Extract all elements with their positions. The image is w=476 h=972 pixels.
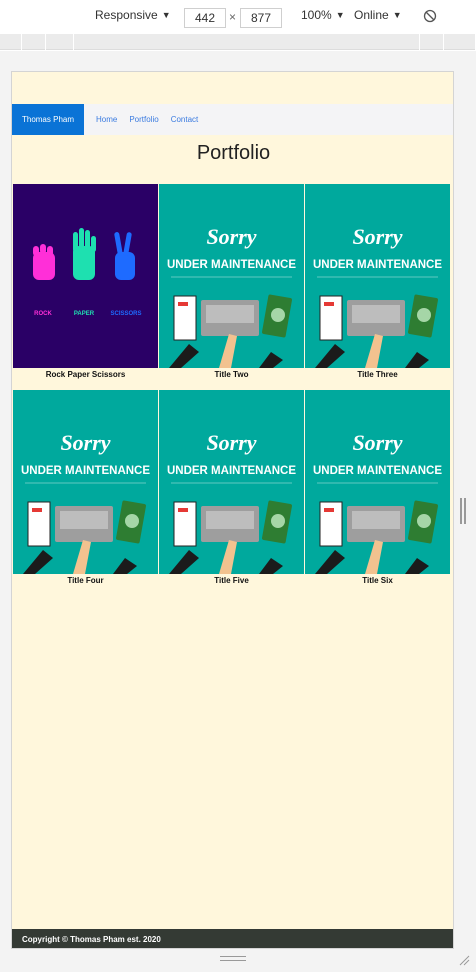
svg-text:Sorry: Sorry xyxy=(352,224,402,249)
maintenance-thumbnail: Sorry UNDER MAINTENANCE xyxy=(13,390,158,574)
ruler-segment[interactable] xyxy=(420,34,444,50)
svg-text:PAPER: PAPER xyxy=(74,311,95,317)
navbar: Thomas Pham Home Portfolio Contact xyxy=(12,104,453,135)
maintenance-thumbnail: Sorry UNDER MAINTENANCE xyxy=(305,390,450,574)
portfolio-card[interactable]: Sorry UNDER MAINTENANCE Title Four xyxy=(13,390,158,585)
svg-text:UNDER MAINTENANCE: UNDER MAINTENANCE xyxy=(167,259,296,271)
card-image[interactable]: Sorry UNDER MAINTENANCE xyxy=(305,184,450,368)
resize-handle-right[interactable] xyxy=(460,498,466,524)
ruler-segment[interactable] xyxy=(444,34,476,50)
maintenance-thumbnail: Sorry UNDER MAINTENANCE xyxy=(159,184,304,368)
zoom-label: 100% xyxy=(301,8,332,22)
svg-text:ROCK: ROCK xyxy=(34,311,52,317)
maintenance-thumbnail: Sorry UNDER MAINTENANCE xyxy=(159,390,304,574)
rps-thumbnail: ROCK PAPER SCISSORS xyxy=(13,184,158,368)
portfolio-card[interactable]: Sorry UNDER MAINTENANCE Title Five xyxy=(159,390,304,585)
svg-text:Sorry: Sorry xyxy=(60,430,110,455)
card-caption: Title Three xyxy=(357,370,398,379)
chevron-down-icon: ▼ xyxy=(392,10,402,20)
chevron-down-icon: ▼ xyxy=(161,10,171,20)
chevron-down-icon: ▼ xyxy=(335,10,345,20)
zoom-select[interactable]: 100% ▼ xyxy=(301,8,345,22)
card-image[interactable]: Sorry UNDER MAINTENANCE xyxy=(159,390,304,574)
throttle-select[interactable]: Online ▼ xyxy=(354,8,402,22)
rock-hand-icon xyxy=(33,244,55,280)
svg-text:Sorry: Sorry xyxy=(206,224,256,249)
times-sign: × xyxy=(229,10,237,24)
nav-home[interactable]: Home xyxy=(96,115,117,124)
card-caption: Title Two xyxy=(214,370,249,379)
nav-contact[interactable]: Contact xyxy=(171,115,199,124)
height-input[interactable]: 877 xyxy=(240,8,282,28)
resize-handle-bottom[interactable] xyxy=(220,956,246,961)
portfolio-card[interactable]: Sorry UNDER MAINTENANCE Title Six xyxy=(305,390,450,585)
rotate-button[interactable] xyxy=(423,9,437,23)
device-label: Responsive xyxy=(95,8,158,22)
svg-text:Sorry: Sorry xyxy=(206,430,256,455)
card-image[interactable]: Sorry UNDER MAINTENANCE xyxy=(13,390,158,574)
svg-text:UNDER MAINTENANCE: UNDER MAINTENANCE xyxy=(313,465,442,477)
maintenance-thumbnail: Sorry UNDER MAINTENANCE xyxy=(305,184,450,368)
card-image[interactable]: ROCK PAPER SCISSORS xyxy=(13,184,158,368)
card-caption: Title Four xyxy=(67,576,104,585)
ruler-segment[interactable] xyxy=(22,34,46,50)
resize-corner-icon[interactable] xyxy=(458,954,470,966)
footer: Copyright © Thomas Pham est. 2020 xyxy=(12,929,453,948)
card-caption: Rock Paper Scissors xyxy=(45,370,126,379)
ruler-segment[interactable] xyxy=(0,34,22,50)
portfolio-card[interactable]: ROCK PAPER SCISSORS Rock Paper Scissors xyxy=(13,184,158,379)
svg-text:SCISSORS: SCISSORS xyxy=(110,311,141,317)
page-title: Portfolio xyxy=(196,142,271,164)
device-select[interactable]: Responsive ▼ xyxy=(95,8,171,22)
card-caption: Title Six xyxy=(362,576,393,585)
ruler-segment[interactable] xyxy=(46,34,74,50)
portfolio-card[interactable]: Sorry UNDER MAINTENANCE Title Two xyxy=(159,184,304,379)
width-input[interactable]: 442 xyxy=(184,8,226,28)
svg-text:UNDER MAINTENANCE: UNDER MAINTENANCE xyxy=(167,465,296,477)
svg-text:UNDER MAINTENANCE: UNDER MAINTENANCE xyxy=(21,465,150,477)
emulated-viewport: Thomas Pham Home Portfolio Contact Portf… xyxy=(11,71,454,949)
card-image[interactable]: Sorry UNDER MAINTENANCE xyxy=(305,390,450,574)
ruler-segment[interactable] xyxy=(392,34,420,50)
card-image[interactable]: Sorry UNDER MAINTENANCE xyxy=(159,184,304,368)
devtools-toolbar: Responsive ▼ 442 × 877 100% ▼ Online ▼ xyxy=(0,0,476,34)
media-query-ruler[interactable] xyxy=(0,34,476,50)
card-caption: Title Five xyxy=(214,576,249,585)
brand-link[interactable]: Thomas Pham xyxy=(12,104,84,135)
svg-text:UNDER MAINTENANCE: UNDER MAINTENANCE xyxy=(313,259,442,271)
svg-text:Sorry: Sorry xyxy=(352,430,402,455)
rotate-icon xyxy=(423,9,437,23)
portfolio-card[interactable]: Sorry UNDER MAINTENANCE Title Three xyxy=(305,184,450,379)
nav-portfolio[interactable]: Portfolio xyxy=(129,115,158,124)
throttle-label: Online xyxy=(354,8,389,22)
